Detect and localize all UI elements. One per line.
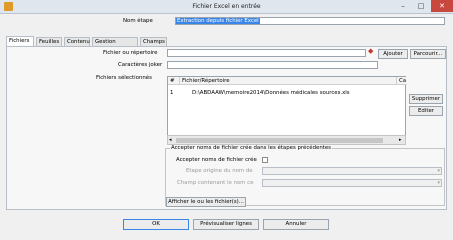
accept-filenames-label: Accepter noms de fichier crée [176, 157, 257, 163]
tab-feuilles[interactable]: Feuilles [36, 37, 62, 46]
delete-button[interactable]: Supprimer [409, 94, 443, 104]
scrollbar-thumb[interactable] [176, 138, 383, 143]
file-dir-label: Fichier ou répertoire [103, 50, 158, 56]
add-variable-icon[interactable]: ◆ [368, 47, 373, 55]
selected-files-label: Fichiers sélectionnés [96, 75, 152, 81]
group-title: Accepter noms de fichier crée dans les é… [170, 145, 332, 151]
origin-step-label: Etape origine du nom de [186, 168, 253, 174]
step-name-value: Extraction depuis fichier Excel [176, 18, 260, 24]
step-name-input[interactable]: Extraction depuis fichier Excel [175, 17, 445, 25]
maximize-icon[interactable]: □ [412, 0, 430, 12]
tab-contenu[interactable]: Contenu [64, 37, 90, 46]
wildcard-label: Caractères joker [118, 62, 163, 68]
add-button[interactable]: Ajouter [378, 49, 408, 59]
browse-button[interactable]: Parcourir... [410, 49, 446, 59]
chevron-down-icon: ▾ [437, 168, 440, 174]
field-name-label: Champ contenant le nom ce [177, 180, 254, 186]
file-dir-input[interactable] [167, 49, 366, 57]
origin-step-combo[interactable]: ▾ [262, 167, 442, 175]
table-row-index: 1 [170, 90, 174, 96]
dialog-window: Fichier Excel en entrée – □ ✕ Nom étape … [0, 0, 453, 240]
ok-button[interactable]: OK [123, 219, 189, 230]
table-header-index: # [168, 77, 180, 85]
scroll-right-icon[interactable]: ▸ [399, 137, 402, 143]
chevron-down-icon: ▾ [437, 180, 440, 186]
preview-rows-button[interactable]: Prévisualiser lignes [193, 219, 259, 230]
show-files-button[interactable]: Afficher le ou les fichier(s)... [166, 197, 246, 207]
table-horizontal-scrollbar[interactable]: ◂ ▸ [167, 135, 406, 145]
table-header-ca[interactable]: Ca [397, 77, 407, 85]
title-bar: Fichier Excel en entrée – □ ✕ [0, 0, 453, 14]
step-name-label: Nom étape [123, 18, 153, 24]
accept-filenames-checkbox[interactable] [262, 157, 268, 163]
window-title: Fichier Excel en entrée [192, 3, 261, 10]
tab-champs[interactable]: Champs [140, 37, 167, 46]
table-row-path[interactable]: D:\ABDAAW\memoire2014\Données médicales … [192, 89, 350, 97]
wildcard-input[interactable] [167, 61, 378, 69]
tab-fichiers[interactable]: Fichiers [6, 36, 34, 46]
scroll-left-icon[interactable]: ◂ [169, 137, 172, 143]
close-icon[interactable]: ✕ [431, 0, 453, 12]
minimize-icon[interactable]: – [394, 0, 412, 12]
edit-button[interactable]: Editer [409, 106, 443, 116]
field-name-combo[interactable]: ▾ [262, 179, 442, 187]
table-header-file[interactable]: Fichier/Répertoire [180, 77, 397, 85]
cancel-button[interactable]: Annuler [263, 219, 329, 230]
tab-gestion-erreurs[interactable]: Gestion erreurs [92, 37, 138, 53]
